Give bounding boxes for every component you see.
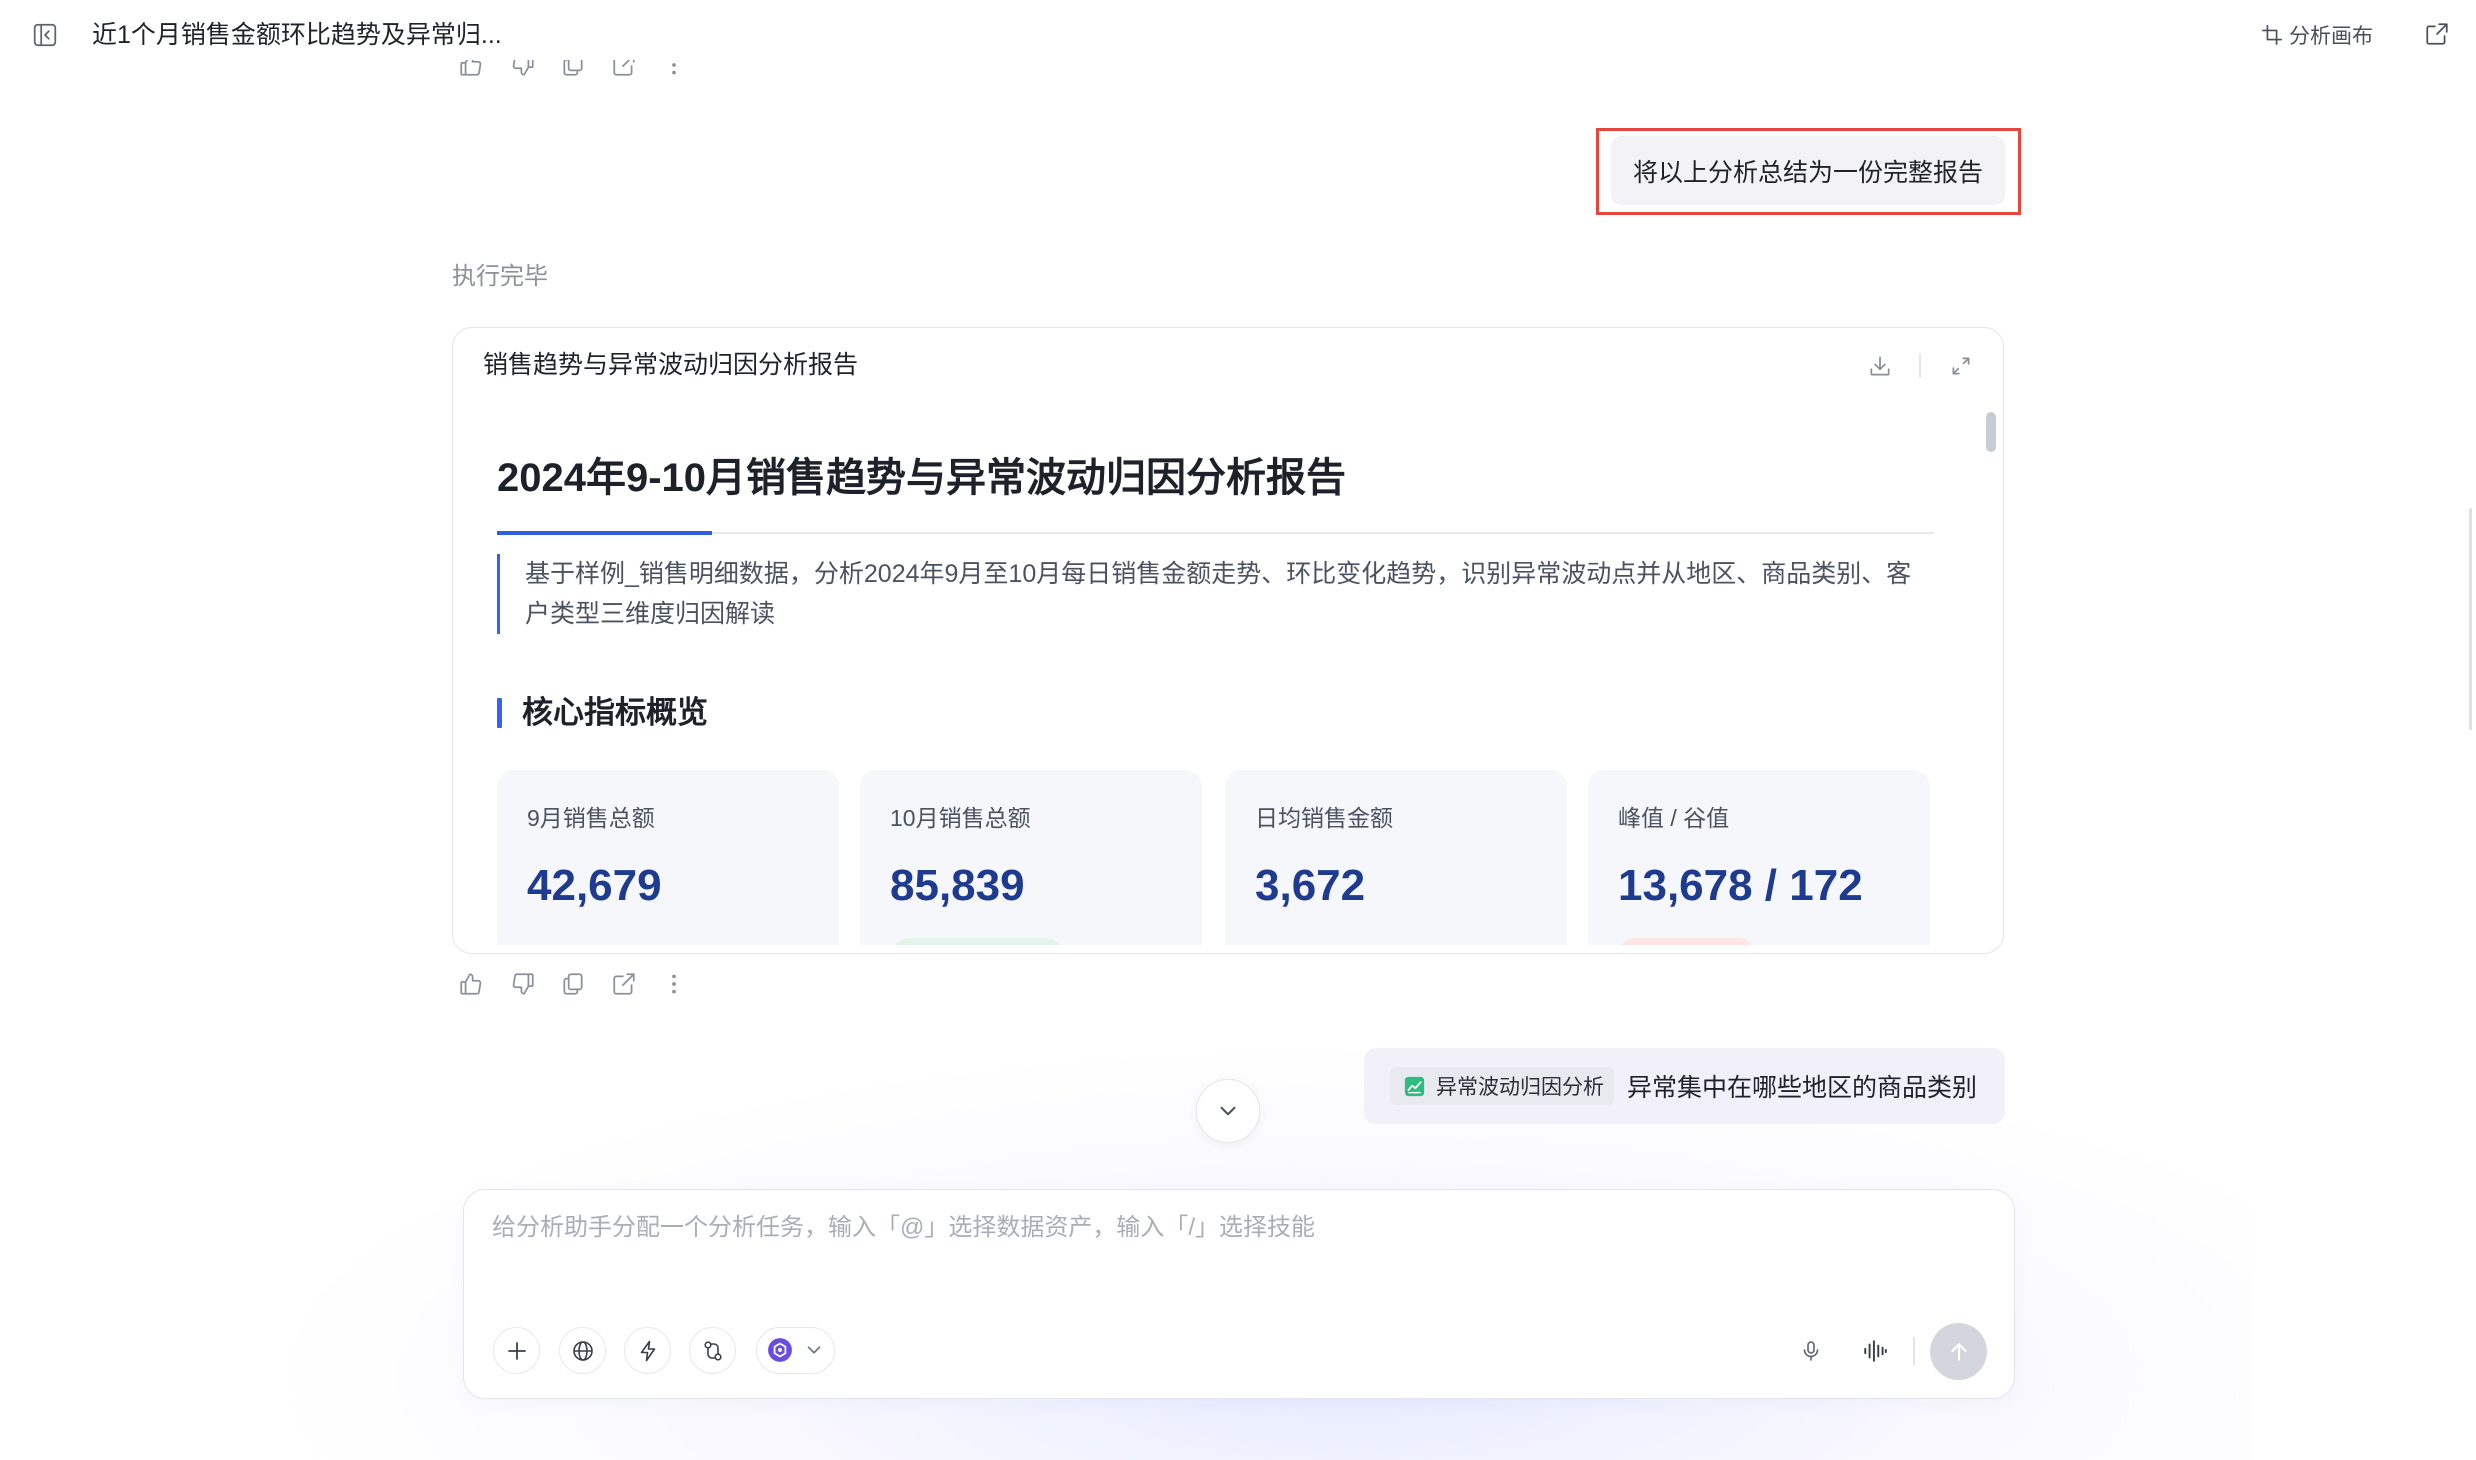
chevron-down-icon <box>803 1339 825 1361</box>
report-card-title: 销售趋势与异常波动归因分析报告 <box>483 351 859 379</box>
skill-tag[interactable]: 异常波动归因分析 <box>1390 1067 1614 1105</box>
analysis-canvas-button[interactable]: 分析画布 <box>2261 20 2373 50</box>
message-actions <box>0 971 800 997</box>
chat-input[interactable] <box>492 1212 1982 1302</box>
metric-label: 10月销售总额 <box>890 805 1031 831</box>
report-summary: 基于样例_销售明细数据，分析2024年9月至10月每日销售金额走势、环比变化趋势… <box>497 554 1934 634</box>
top-bar: 近1个月销售金额环比趋势及异常归... 分析画布 <box>0 0 2476 60</box>
arrow-up-icon <box>1946 1339 1972 1365</box>
download-icon[interactable] <box>1867 353 1893 379</box>
thumbs-down-icon[interactable] <box>510 971 536 997</box>
metric-card-sept-total: 9月销售总额 42,679 <box>497 770 839 945</box>
user-message-bubble: 将以上分析总结为一份完整报告 <box>1611 136 2005 205</box>
chevron-down-icon <box>1215 1098 1241 1124</box>
section-accent-bar <box>497 698 502 728</box>
conversation-title: 近1个月销售金额环比趋势及异常归... <box>92 21 502 49</box>
open-external-icon[interactable] <box>2424 21 2450 47</box>
canvas-icon <box>2261 24 2283 46</box>
metric-card-daily-average: 日均销售金额 3,672 <box>1225 770 1567 945</box>
followup-message-bubble: 异常波动归因分析 异常集中在哪些地区的商品类别 <box>1364 1048 2005 1124</box>
microphone-icon[interactable] <box>1799 1339 1823 1363</box>
waveform-icon[interactable] <box>1862 1338 1888 1364</box>
send-button[interactable] <box>1930 1323 1987 1380</box>
report-card: 销售趋势与异常波动归因分析报告 2024年9-10月销售趋势与异常波动归因分析报… <box>452 327 2004 954</box>
page-scrollbar[interactable] <box>2469 508 2472 730</box>
analysis-canvas-label: 分析画布 <box>2289 25 2373 48</box>
change-badge <box>1619 938 1754 945</box>
followup-message-text: 异常集中在哪些地区的商品类别 <box>1627 1074 1978 1102</box>
title-accent-line <box>497 531 712 535</box>
card-header-divider <box>1919 354 1921 378</box>
metric-value: 3,672 <box>1255 861 1366 910</box>
web-search-button[interactable] <box>559 1327 606 1374</box>
more-icon[interactable] <box>661 971 687 997</box>
metric-value: 13,678 / 172 <box>1618 861 1863 910</box>
expand-icon[interactable] <box>1948 353 1974 379</box>
metric-value: 42,679 <box>527 861 662 910</box>
change-badge <box>893 938 1062 945</box>
metric-label: 峰值 / 谷值 <box>1618 805 1730 831</box>
title-divider <box>497 532 1934 534</box>
plus-icon <box>505 1339 529 1363</box>
report-scrollbar[interactable] <box>1986 412 1996 452</box>
model-icon <box>767 1337 793 1363</box>
user-message-text: 将以上分析总结为一份完整报告 <box>1632 158 1983 187</box>
globe-icon <box>571 1339 595 1363</box>
copy-icon[interactable] <box>560 971 586 997</box>
thumbs-up-icon[interactable] <box>458 971 484 997</box>
add-attachment-button[interactable] <box>493 1327 540 1374</box>
lightning-icon <box>636 1339 660 1363</box>
model-selector[interactable] <box>756 1327 835 1374</box>
sidebar-toggle-icon[interactable] <box>32 22 58 48</box>
metric-label: 日均销售金额 <box>1255 805 1393 831</box>
report-content[interactable]: 2024年9-10月销售趋势与异常波动归因分析报告 基于样例_销售明细数据，分析… <box>453 398 2003 945</box>
chat-composer <box>463 1189 2015 1399</box>
workflow-icon <box>701 1339 725 1363</box>
metric-label: 9月销售总额 <box>527 805 655 831</box>
skills-button[interactable] <box>624 1327 671 1374</box>
scroll-to-bottom-button[interactable] <box>1196 1079 1260 1143</box>
metric-value: 85,839 <box>890 861 1025 910</box>
metric-card-oct-total: 10月销售总额 85,839 <box>860 770 1202 945</box>
analysis-chart-icon <box>1404 1076 1425 1097</box>
execution-status: 执行完毕 <box>452 263 548 290</box>
skill-tag-label: 异常波动归因分析 <box>1436 1076 1604 1099</box>
composer-divider <box>1913 1337 1915 1365</box>
section-heading: 核心指标概览 <box>522 695 708 730</box>
report-title: 2024年9-10月销售趋势与异常波动归因分析报告 <box>497 456 1347 500</box>
metric-card-peak-trough: 峰值 / 谷值 13,678 / 172 <box>1588 770 1930 945</box>
workflow-button[interactable] <box>689 1327 736 1374</box>
share-icon[interactable] <box>611 971 637 997</box>
